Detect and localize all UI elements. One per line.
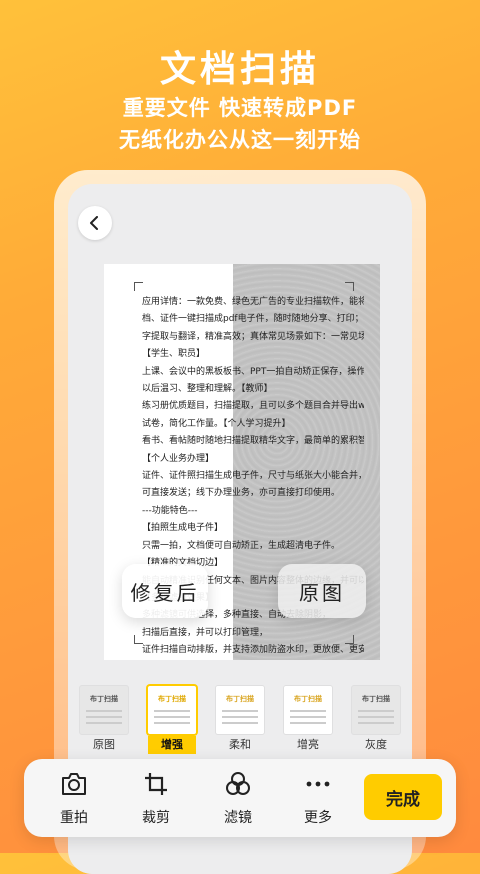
more-dots-icon [306, 781, 330, 787]
doc-line: 看书、看帖随时随地扫描提取精华文字，最简单的累积智慧。 [142, 436, 364, 447]
back-button[interactable] [78, 206, 112, 240]
doc-line: 【拍照生成电子件】 [142, 523, 224, 534]
doc-line: 证件、证件照扫描生成电子件，尺寸与纸张大小能合并，线上办理， [142, 471, 364, 482]
filter-grayscale[interactable]: 布丁扫描 灰度 [352, 686, 400, 754]
crop-corner-top-left [134, 282, 143, 291]
thumb-title: 布丁扫描 [294, 695, 322, 703]
doc-line: 【个人业务办理】 [142, 453, 215, 464]
doc-line: 练习册优质题目，扫描提取，且可以多个题目合并导出word，制作 [142, 401, 364, 412]
filter-label: 滤镜 [224, 810, 252, 826]
doc-line: 试卷，简化工作量。【个人学习提升】 [142, 418, 291, 429]
doc-line: 扫描后直接，并可以打印管理， [142, 627, 269, 638]
doc-line: 可直接发送；线下办理业务，亦可直接打印使用。 [142, 488, 341, 499]
filter-enhance[interactable]: 布丁扫描 增强 [148, 686, 196, 754]
doc-line: 字提取与翻译，精准高效；真体常见场景如下：一常见场景— [142, 331, 364, 342]
more-button[interactable]: 更多 [288, 771, 348, 827]
retake-button[interactable]: 重拍 [44, 771, 104, 827]
doc-line: 只需一拍，文档便可自动矫正，生成超清电子件。 [142, 540, 341, 551]
crop-button[interactable]: 裁剪 [126, 771, 186, 827]
retake-label: 重拍 [60, 810, 88, 826]
thumb-title: 布丁扫描 [362, 695, 390, 703]
filter-label: 灰度 [365, 738, 387, 751]
doc-line: ---功能特色--- [142, 505, 198, 516]
filter-label: 柔和 [229, 738, 251, 751]
doc-line: 【学生、职员】 [142, 349, 206, 360]
crop-corner-top-right [345, 282, 354, 291]
filter-thumbnail: 布丁扫描 [284, 686, 332, 734]
thumb-title: 布丁扫描 [226, 695, 254, 703]
filter-thumbnail: 布丁扫描 [80, 686, 128, 734]
filter-original[interactable]: 布丁扫描 原图 [80, 686, 128, 754]
filter-soft[interactable]: 布丁扫描 柔和 [216, 686, 264, 754]
done-button[interactable]: 完成 [364, 774, 442, 820]
after-label: 修复后 [122, 564, 208, 618]
promo-subtitle-1: 重要文件 快速转成PDF [122, 96, 358, 120]
doc-line: 档、证件一键扫描成pdf电子件，随时随地分享、打印；批量图片文 [142, 314, 364, 325]
filter-icon [226, 772, 250, 795]
doc-line: 证件扫描自动排版，并支持添加防盗水印，更放便、更安全。 [142, 645, 364, 656]
doc-line: 以后温习、整理和理解。【教师】 [142, 384, 273, 395]
bottom-toolbar: 重拍 裁剪 滤镜 更多 完成 [24, 759, 456, 837]
filter-label: 增亮 [297, 738, 319, 751]
filter-thumbnail: 布丁扫描 [216, 686, 264, 734]
promo-subtitle-2: 无纸化办公从这一刻开始 [119, 128, 361, 152]
chevron-left-icon [90, 216, 98, 230]
doc-line: 上课、会议中的黑板板书、PPT一拍自动矫正保存，操作便捷方便 [142, 366, 364, 377]
promo-title: 文档扫描 [159, 49, 320, 90]
crop-icon [145, 773, 167, 795]
original-label: 原图 [278, 564, 366, 618]
filter-thumbnail: 布丁扫描 [352, 686, 400, 734]
filter-label: 原图 [93, 738, 115, 751]
doc-line: 应用详情：一款免费、绿色无广告的专业扫描软件，能将纸质文 [142, 297, 364, 307]
filter-label: 增强 [148, 736, 196, 754]
filter-brighten[interactable]: 布丁扫描 增亮 [284, 686, 332, 754]
crop-label: 裁剪 [142, 810, 170, 826]
filter-strip: 布丁扫描 原图 布丁扫描 增强 布丁扫描 柔和 布丁扫描 增亮 布丁扫描 灰度 [68, 686, 412, 756]
thumb-title: 布丁扫描 [90, 695, 118, 703]
thumb-title: 布丁扫描 [158, 695, 186, 703]
filter-thumbnail: 布丁扫描 [148, 686, 196, 734]
filter-button[interactable]: 滤镜 [208, 771, 268, 827]
more-label: 更多 [304, 810, 332, 826]
camera-icon [62, 773, 86, 795]
